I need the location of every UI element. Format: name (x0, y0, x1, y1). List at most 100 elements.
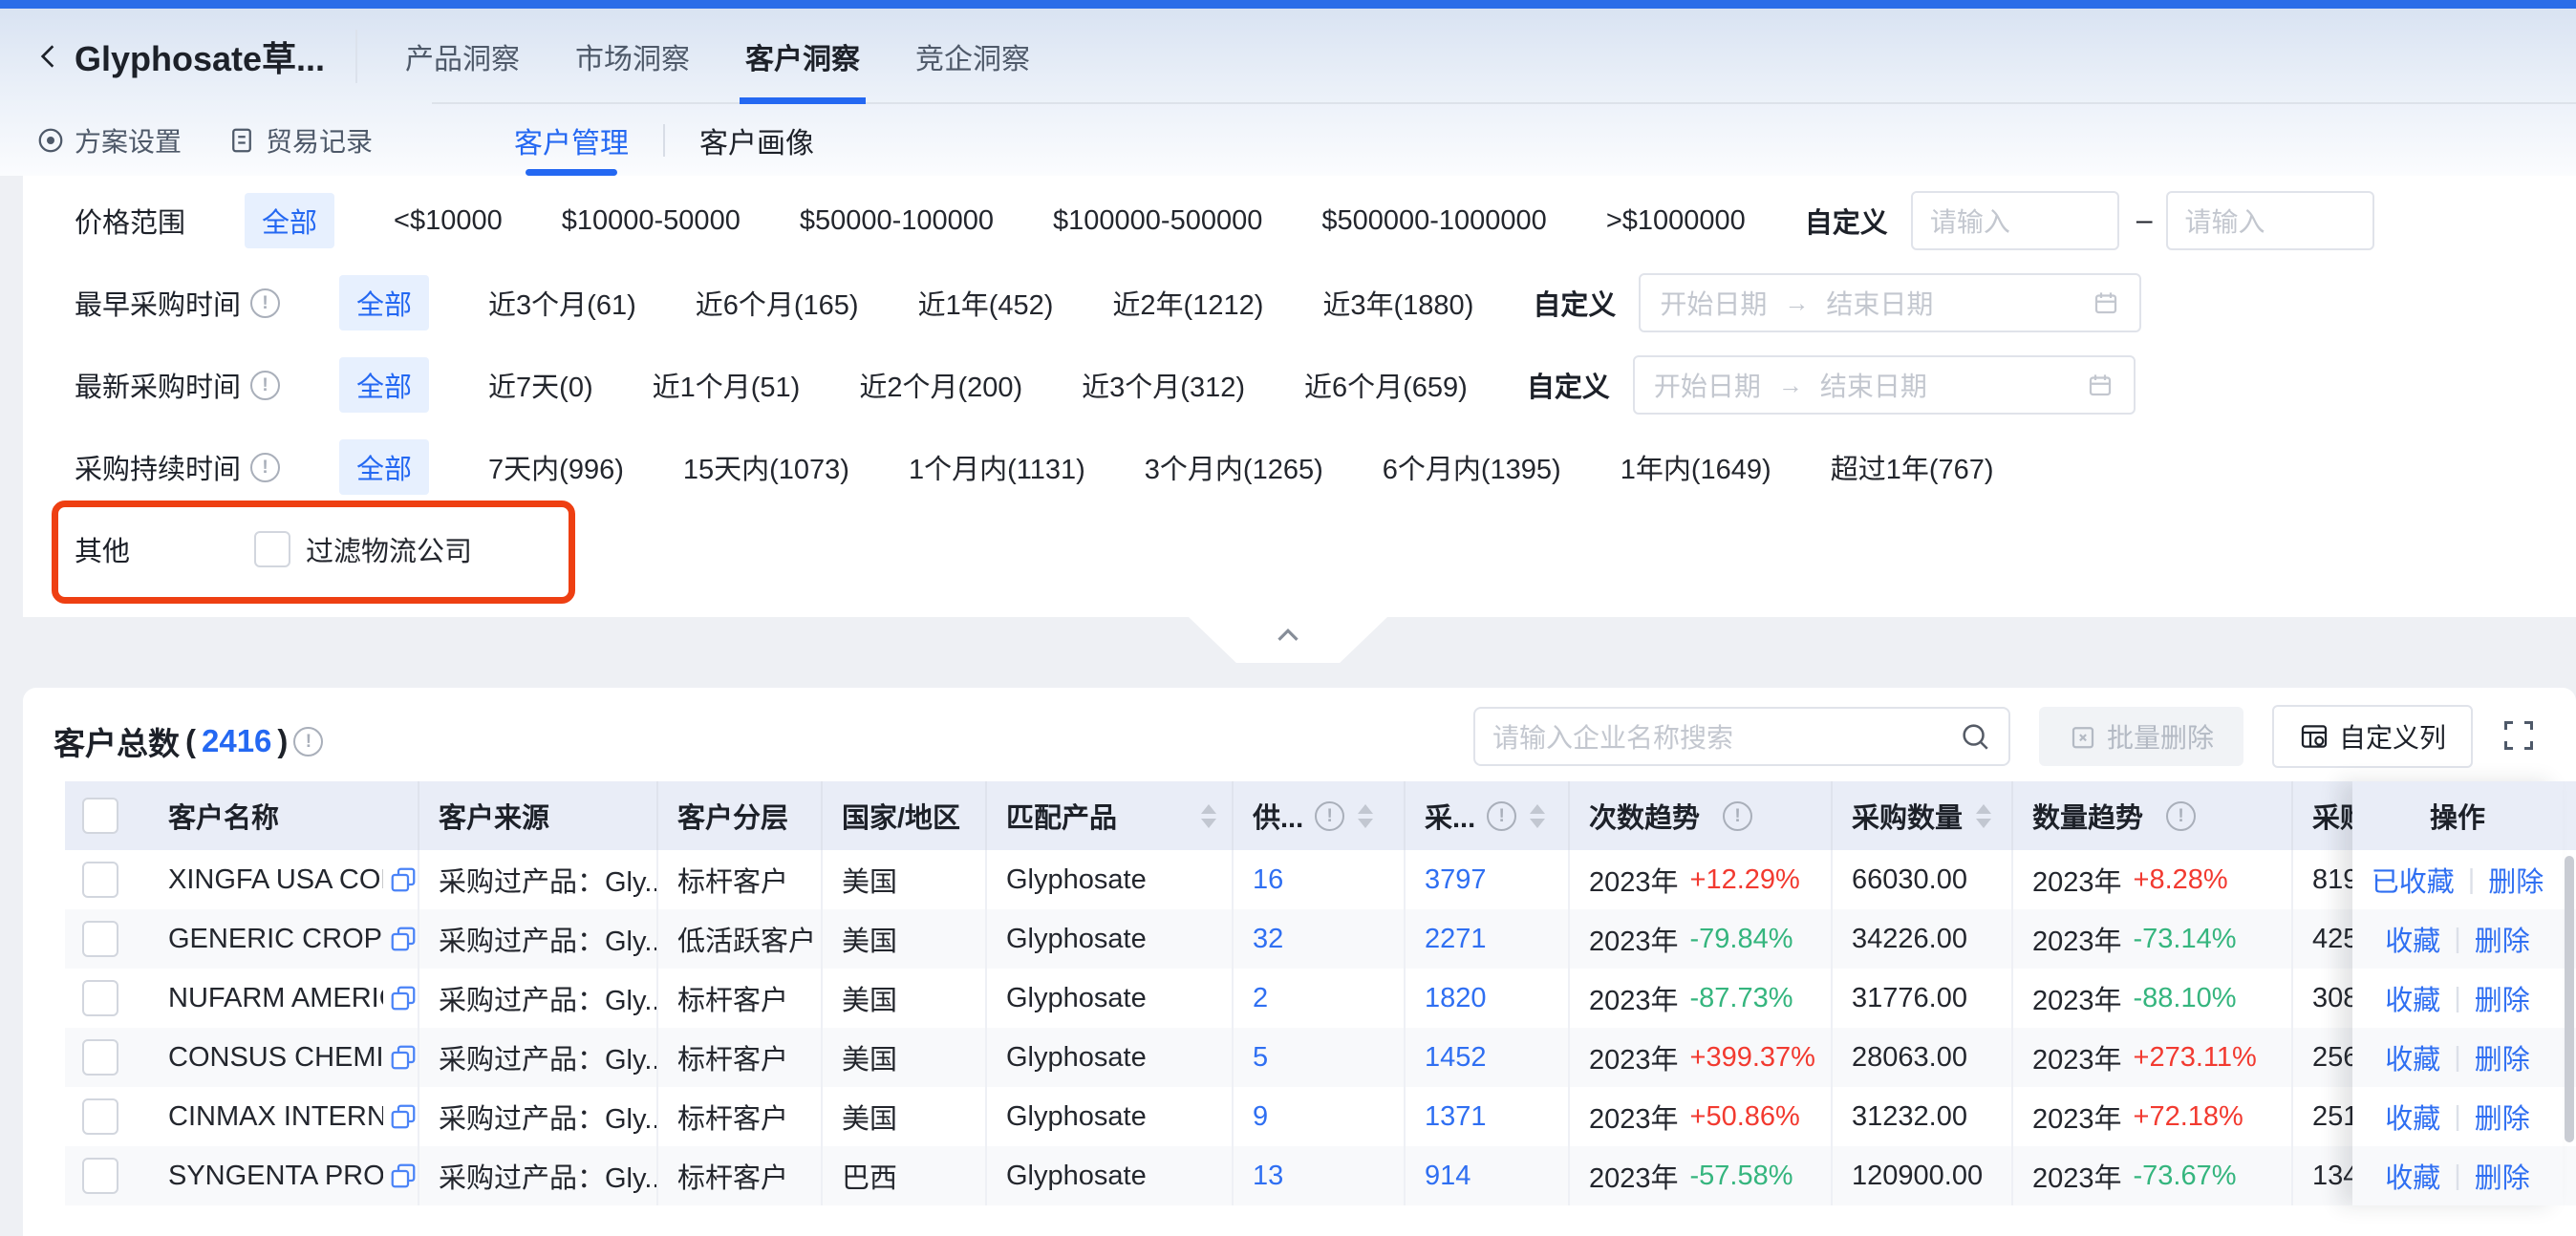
delete-link[interactable]: 删除 (2475, 919, 2530, 959)
row-checkbox[interactable] (82, 1158, 118, 1194)
latest-custom-label[interactable]: 自定义 (1527, 365, 1610, 405)
copy-icon[interactable] (389, 1102, 418, 1131)
copy-icon[interactable] (389, 925, 418, 953)
price-all-chip[interactable]: 全部 (245, 193, 334, 248)
purchases-count-link[interactable]: 2271 (1425, 924, 1487, 955)
info-icon[interactable]: ! (250, 288, 280, 318)
delete-link[interactable]: 删除 (2488, 860, 2544, 900)
delete-link[interactable]: 删除 (2475, 1037, 2530, 1077)
row-checkbox[interactable] (82, 921, 118, 957)
copy-icon[interactable] (389, 1043, 418, 1072)
batch-delete-button[interactable]: 批量删除 (2039, 707, 2243, 766)
info-icon[interactable]: ! (1315, 801, 1344, 831)
filter-option[interactable]: 6个月内(1395) (1383, 447, 1561, 487)
filter-option[interactable]: 近6个月(659) (1304, 365, 1468, 405)
sort-control[interactable] (1201, 804, 1216, 828)
earliest-all-chip[interactable]: 全部 (339, 275, 429, 330)
vertical-scrollbar[interactable] (2565, 856, 2574, 1142)
delete-link[interactable]: 删除 (2475, 1097, 2530, 1137)
earliest-date-range-picker[interactable]: 开始日期 → 结束日期 (1639, 273, 2141, 332)
purchases-count-link[interactable]: 1452 (1425, 1042, 1487, 1074)
suppliers-count-link[interactable]: 2 (1253, 983, 1268, 1014)
suppliers-count-link[interactable]: 13 (1253, 1161, 1283, 1192)
info-icon[interactable]: ! (1487, 801, 1516, 831)
purchases-count-link[interactable]: 914 (1425, 1161, 1470, 1192)
info-icon[interactable]: ! (1723, 801, 1752, 831)
sort-control[interactable] (1358, 804, 1373, 828)
suppliers-count-link[interactable]: 32 (1253, 924, 1283, 955)
row-checkbox[interactable] (82, 862, 118, 898)
subnav-customer-profile[interactable]: 客户画像 (699, 104, 814, 176)
subnav-customer-management[interactable]: 客户管理 (514, 104, 629, 176)
filter-option[interactable]: 近2个月(200) (859, 365, 1022, 405)
tab-customer-insight[interactable]: 客户洞察 (745, 9, 860, 104)
purchases-count-link[interactable]: 1820 (1425, 983, 1487, 1014)
info-icon[interactable]: ! (250, 371, 280, 400)
back-icon[interactable] (34, 41, 65, 72)
filter-option[interactable]: 3个月内(1265) (1145, 447, 1323, 487)
suppliers-count-link[interactable]: 5 (1253, 1042, 1268, 1074)
delete-link[interactable]: 删除 (2475, 978, 2530, 1018)
favorite-link[interactable]: 收藏 (2385, 978, 2440, 1018)
sort-control[interactable] (1976, 804, 1991, 828)
favorite-link[interactable]: 收藏 (2385, 919, 2440, 959)
suppliers-count-link[interactable]: 16 (1253, 864, 1283, 896)
tab-competitor-insight[interactable]: 竞企洞察 (915, 9, 1030, 104)
filter-option[interactable]: <$10000 (394, 205, 503, 237)
filter-option[interactable]: 近2年(1212) (1112, 283, 1263, 323)
filter-option[interactable]: 1年内(1649) (1621, 447, 1771, 487)
filter-option[interactable]: $100000-500000 (1053, 205, 1262, 237)
filter-option[interactable]: 近7天(0) (488, 365, 593, 405)
info-icon[interactable]: ! (250, 453, 280, 482)
favorite-link[interactable]: 收藏 (2385, 1156, 2440, 1196)
earliest-custom-label[interactable]: 自定义 (1533, 283, 1616, 323)
favorite-link[interactable]: 已收藏 (2372, 860, 2455, 900)
filter-option[interactable]: >$1000000 (1606, 205, 1746, 237)
sort-control[interactable] (1530, 804, 1545, 828)
favorite-link[interactable]: 收藏 (2385, 1037, 2440, 1077)
filter-option[interactable]: 超过1年(767) (1831, 447, 1994, 487)
filter-logistics-label[interactable]: 过滤物流公司 (306, 529, 472, 569)
filter-option[interactable]: 近3个月(312) (1082, 365, 1245, 405)
filter-option[interactable]: $50000-100000 (800, 205, 994, 237)
row-checkbox[interactable] (82, 1098, 118, 1135)
copy-icon[interactable] (389, 984, 418, 1012)
row-checkbox[interactable] (82, 980, 118, 1016)
collapse-filters-tab[interactable] (1189, 617, 1387, 663)
filter-option[interactable]: $10000-50000 (562, 205, 741, 237)
tab-market-insight[interactable]: 市场洞察 (575, 9, 690, 104)
filter-option[interactable]: 1个月内(1131) (909, 447, 1085, 487)
latest-date-range-picker[interactable]: 开始日期 → 结束日期 (1633, 355, 2136, 415)
copy-icon[interactable] (389, 1161, 418, 1190)
filter-option[interactable]: $500000-1000000 (1321, 205, 1546, 237)
info-icon[interactable]: ! (293, 727, 323, 757)
filter-option[interactable]: 近6个月(165) (696, 283, 859, 323)
purchases-count-link[interactable]: 1371 (1425, 1101, 1487, 1133)
duration-all-chip[interactable]: 全部 (339, 439, 429, 495)
filter-option[interactable]: 7天内(996) (488, 447, 624, 487)
filter-option[interactable]: 近3个月(61) (488, 283, 636, 323)
copy-icon[interactable] (389, 865, 418, 894)
delete-link[interactable]: 删除 (2475, 1156, 2530, 1196)
tab-product-insight[interactable]: 产品洞察 (405, 9, 520, 104)
price-max-input[interactable]: 请输入 (2166, 191, 2374, 250)
select-all-checkbox[interactable] (82, 798, 118, 834)
filter-option[interactable]: 近1个月(51) (653, 365, 801, 405)
info-icon[interactable]: ! (2166, 801, 2196, 831)
plan-settings-button[interactable]: 方案设置 (36, 104, 182, 176)
filter-option[interactable]: 15天内(1073) (683, 447, 849, 487)
filter-option[interactable]: 近1年(452) (918, 283, 1054, 323)
company-search-input[interactable]: 请输入企业名称搜索 (1473, 707, 2010, 766)
custom-columns-button[interactable]: 自定义列 (2272, 705, 2473, 768)
purchases-count-link[interactable]: 3797 (1425, 864, 1487, 896)
suppliers-count-link[interactable]: 9 (1253, 1101, 1268, 1133)
price-custom-label[interactable]: 自定义 (1805, 201, 1888, 241)
trade-records-button[interactable]: 贸易记录 (227, 104, 373, 176)
row-checkbox[interactable] (82, 1039, 118, 1076)
price-min-input[interactable]: 请输入 (1911, 191, 2119, 250)
filter-logistics-checkbox[interactable] (254, 531, 290, 567)
fullscreen-button[interactable] (2501, 718, 2536, 753)
latest-all-chip[interactable]: 全部 (339, 357, 429, 413)
filter-option[interactable]: 近3年(1880) (1322, 283, 1473, 323)
favorite-link[interactable]: 收藏 (2385, 1097, 2440, 1137)
